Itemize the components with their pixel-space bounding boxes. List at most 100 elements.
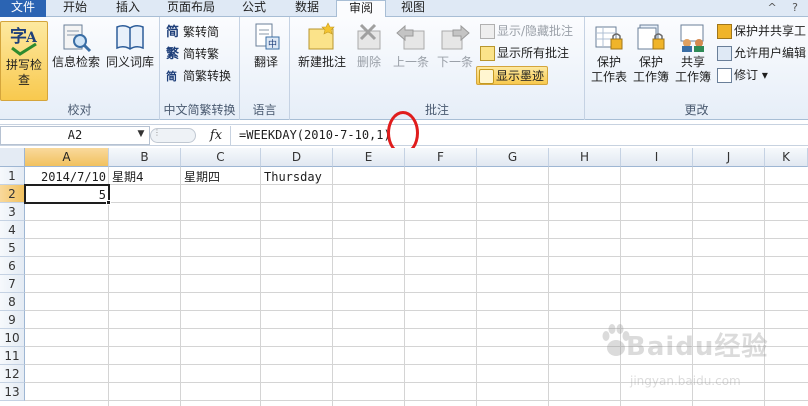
arrow-left-icon <box>396 24 425 50</box>
previous-comment-label: 上一条 <box>392 55 429 69</box>
show-ink-label: 显示墨迹 <box>496 69 545 83</box>
tab-data[interactable]: 数据 <box>282 0 332 17</box>
row-header-12[interactable]: 12 <box>0 365 25 383</box>
thesaurus-button[interactable]: 同义词库 <box>104 21 156 70</box>
gridline <box>25 346 808 347</box>
protect-sheet-label-2: 工作表 <box>590 70 627 84</box>
spelling-button[interactable]: 字 A 拼写检查 <box>0 21 48 101</box>
previous-comment-button[interactable]: 上一条 <box>390 21 432 70</box>
protect-sheet-icon <box>595 26 623 50</box>
gridline <box>25 328 808 329</box>
show-ink-button[interactable]: 显示墨迹 <box>476 66 549 85</box>
research-label: 信息检索 <box>51 55 100 69</box>
row-header-1[interactable]: 1 <box>0 167 25 185</box>
next-comment-label: 下一条 <box>436 55 473 69</box>
protect-workbook-icon <box>637 24 665 50</box>
row-header-5[interactable]: 5 <box>0 239 25 257</box>
watermark-url: jingyan.baidu.com <box>630 374 741 388</box>
row-header-3[interactable]: 3 <box>0 203 25 221</box>
new-comment-button[interactable]: 新建批注 <box>296 21 348 70</box>
column-header-h[interactable]: H <box>549 148 621 167</box>
group-label-comments: 批注 <box>424 103 449 117</box>
spelling-icon: 字 A <box>10 26 38 56</box>
protect-workbook-button[interactable]: 保护 工作簿 <box>631 21 671 85</box>
cell-c1[interactable]: 星期四 <box>181 168 261 186</box>
row-header-13[interactable]: 13 <box>0 383 25 401</box>
active-cell-selection <box>24 184 110 204</box>
gridline <box>25 310 808 311</box>
protect-and-share-icon <box>717 24 732 39</box>
column-header-b[interactable]: B <box>109 148 181 167</box>
tab-insert[interactable]: 插入 <box>104 0 152 17</box>
share-workbook-button[interactable]: 共享 工作簿 <box>673 21 713 85</box>
protect-sheet-label-1: 保护 <box>596 55 621 69</box>
tab-file[interactable]: 文件 <box>0 0 46 17</box>
ribbon-review: 字 A 拼写检查 信息检索 同义词库 校对 简 繁转简 繁 简转繁 简 简繁转换… <box>0 17 808 120</box>
delete-comment-button[interactable]: 删除 <box>352 21 386 70</box>
cell-b1[interactable]: 星期4 <box>109 168 181 186</box>
next-comment-button[interactable]: 下一条 <box>434 21 476 70</box>
row-header-4[interactable]: 4 <box>0 221 25 239</box>
tab-formulas[interactable]: 公式 <box>230 0 278 17</box>
column-header-a[interactable]: A <box>25 148 109 167</box>
chevron-down-icon[interactable]: ▼ <box>134 126 148 143</box>
gridline <box>25 202 808 203</box>
to-simplified-button[interactable]: 简繁转简 <box>166 23 219 42</box>
show-all-comments-button[interactable]: 显示所有批注 <box>480 44 569 63</box>
track-changes-button[interactable]: 修订 ▾ <box>717 66 768 85</box>
row-header-7[interactable]: 7 <box>0 275 25 293</box>
column-header-d[interactable]: D <box>261 148 333 167</box>
traditional-icon: 繁 <box>166 47 180 62</box>
group-label-language: 语言 <box>252 103 277 117</box>
share-workbook-label-2: 工作簿 <box>674 70 711 84</box>
formula-input[interactable]: =WEEKDAY(2010-7-10,1) <box>230 126 808 145</box>
share-workbook-icon <box>680 24 704 52</box>
translate-button[interactable]: 中 翻译 <box>246 21 286 70</box>
row-header-9[interactable]: 9 <box>0 311 25 329</box>
insert-function-button[interactable]: fx <box>205 126 227 145</box>
to-traditional-label: 简转繁 <box>183 47 220 61</box>
column-header-j[interactable]: J <box>693 148 765 167</box>
gridline <box>25 292 808 293</box>
row-header-11[interactable]: 11 <box>0 347 25 365</box>
column-header-f[interactable]: F <box>405 148 477 167</box>
show-all-comments-icon <box>480 46 495 61</box>
tab-view[interactable]: 视图 <box>390 0 436 17</box>
group-comments: 新建批注 删除 上一条 下一条 显示/隐藏批注 显示所有批注 显示墨迹 批注 <box>290 17 585 120</box>
tab-home[interactable]: 开始 <box>50 0 100 17</box>
convert-button[interactable]: 简简繁转换 <box>166 67 231 86</box>
show-hide-comment-button[interactable]: 显示/隐藏批注 <box>480 22 573 41</box>
cell-d1[interactable]: Thursday <box>261 168 333 186</box>
group-label-chinese-conversion: 中文简繁转换 <box>163 103 236 117</box>
name-box[interactable]: A2 <box>0 126 150 145</box>
select-all-button[interactable] <box>0 148 25 167</box>
gridline <box>25 220 808 221</box>
research-button[interactable]: 信息检索 <box>50 21 102 70</box>
column-header-k[interactable]: K <box>765 148 808 167</box>
gridline <box>25 400 808 401</box>
arrow-right-icon <box>441 24 470 50</box>
column-header-e[interactable]: E <box>333 148 405 167</box>
column-header-g[interactable]: G <box>477 148 549 167</box>
protect-workbook-label-1: 保护 <box>638 55 663 69</box>
row-header-10[interactable]: 10 <box>0 329 25 347</box>
to-traditional-button[interactable]: 繁简转繁 <box>166 45 219 64</box>
protect-sheet-button[interactable]: 保护 工作表 <box>589 21 629 85</box>
window-controls[interactable]: ^ ? <box>767 0 804 17</box>
gridline <box>25 274 808 275</box>
group-chinese-conversion: 简繁转简 繁简转繁 简简繁转换 中文简繁转换 <box>160 17 240 120</box>
row-header-2[interactable]: 2 <box>0 185 25 203</box>
row-header-8[interactable]: 8 <box>0 293 25 311</box>
fill-handle[interactable] <box>106 200 111 205</box>
row-header-6[interactable]: 6 <box>0 257 25 275</box>
column-header-i[interactable]: I <box>621 148 693 167</box>
simplified-icon: 简 <box>166 25 180 40</box>
allow-users-edit-button[interactable]: 允许用户编辑 <box>717 44 806 63</box>
to-simplified-label: 繁转简 <box>183 25 220 39</box>
tab-page-layout[interactable]: 页面布局 <box>156 0 226 17</box>
column-header-c[interactable]: C <box>181 148 261 167</box>
protect-and-share-button[interactable]: 保护并共享工 <box>717 22 806 41</box>
tab-review[interactable]: 审阅 <box>336 0 386 18</box>
drag-handle-icon: ⋮ <box>153 128 161 137</box>
delete-comment-label: 删除 <box>356 55 381 69</box>
